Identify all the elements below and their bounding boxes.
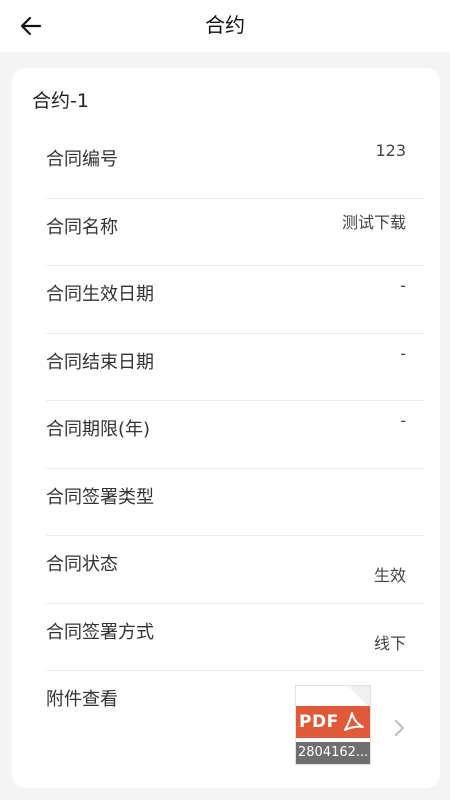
app-header: 合约 bbox=[0, 0, 450, 52]
contract-details-list: 合同编号 123 合同名称 测试下载 合同生效日期 - 合同结束日期 - 合同期… bbox=[46, 131, 424, 781]
page-fold-corner bbox=[348, 686, 370, 708]
row-label: 合同期限(年) bbox=[46, 419, 151, 440]
row-label: 合同生效日期 bbox=[46, 284, 154, 305]
row-value: 测试下载 bbox=[341, 212, 406, 232]
row-attachment[interactable]: 附件查看 PDF 2804162... bbox=[46, 671, 424, 781]
row-label: 合同名称 bbox=[46, 216, 118, 238]
row-label: 合同编号 bbox=[46, 149, 118, 170]
row-label: 附件查看 bbox=[46, 689, 118, 710]
chevron-right-icon[interactable] bbox=[392, 719, 406, 737]
row-label: 合同结束日期 bbox=[46, 351, 154, 373]
row-signing-method: 合同签署方式 线下 bbox=[46, 604, 424, 671]
row-value: - bbox=[400, 411, 406, 430]
row-value: 生效 bbox=[373, 566, 406, 585]
row-effective-date: 合同生效日期 - bbox=[46, 266, 424, 334]
file-name: 2804162... bbox=[296, 742, 370, 764]
row-value: 123 bbox=[375, 141, 406, 160]
row-contract-term: 合同期限(年) - bbox=[46, 401, 424, 469]
card-title: 合约-1 bbox=[32, 90, 89, 112]
file-type-label: PDF bbox=[299, 712, 339, 732]
pdf-attachment-thumbnail[interactable]: PDF 2804162... bbox=[295, 685, 371, 765]
row-value: - bbox=[400, 276, 406, 295]
row-label: 合同签署方式 bbox=[46, 621, 154, 643]
row-value: 线下 bbox=[373, 633, 406, 653]
row-contract-status: 合同状态 生效 bbox=[46, 536, 424, 604]
row-label: 合同签署类型 bbox=[46, 486, 154, 508]
pdf-file-icon: PDF bbox=[296, 706, 370, 738]
contract-card: 合约-1 合同编号 123 合同名称 测试下载 合同生效日期 - 合同结束日期 … bbox=[12, 68, 440, 788]
row-end-date: 合同结束日期 - bbox=[46, 334, 424, 401]
row-signing-type: 合同签署类型 bbox=[46, 469, 424, 536]
row-contract-number: 合同编号 123 bbox=[46, 131, 424, 199]
row-label: 合同状态 bbox=[46, 554, 118, 575]
row-value: - bbox=[400, 343, 406, 363]
acrobat-icon bbox=[343, 712, 364, 731]
row-contract-name: 合同名称 测试下载 bbox=[46, 199, 424, 266]
page-title: 合约 bbox=[205, 13, 245, 37]
